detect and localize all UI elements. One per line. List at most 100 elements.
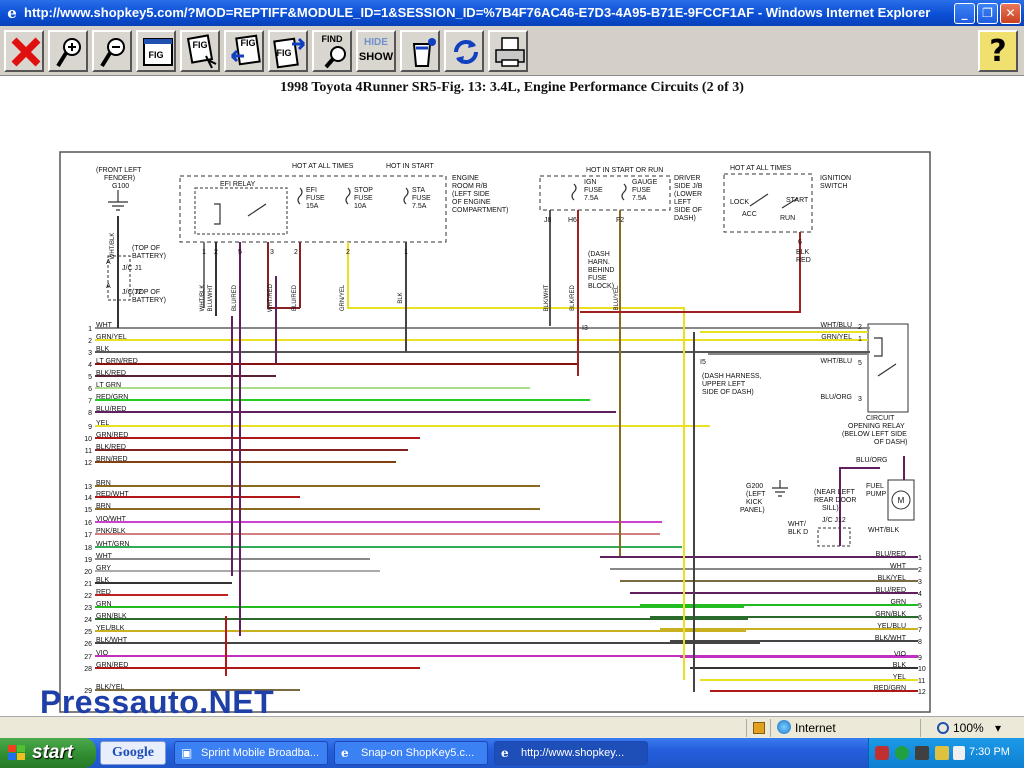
tray-app-icon[interactable] (875, 746, 889, 760)
tray-util-icon[interactable] (935, 746, 949, 760)
window-title: http://www.shopkey5.com/?MOD=REPTIFF&MOD… (24, 5, 931, 20)
task-label: Sprint Mobile Broadba... (201, 747, 320, 759)
left-wire-label: BRN/RED (96, 456, 128, 463)
component-label-front-left-fender: (FRONT LEFT (96, 167, 142, 174)
component-label-efi-relay: EFI RELAY (220, 181, 256, 188)
zoom-cell[interactable]: 100% ▾ (920, 719, 1024, 737)
left-wire-number: 7 (88, 398, 92, 405)
left-wire-label: RED/GRN (96, 394, 128, 401)
left-wire-label: RED/WHT (96, 491, 129, 498)
left-wire-number: 28 (84, 666, 92, 673)
right-wire-number: 4 (918, 591, 922, 598)
left-wire-number: 14 (84, 495, 92, 502)
right-wire-label: YEL/BLU (877, 623, 906, 630)
left-wire-number: 9 (88, 424, 92, 431)
top-wire-label: BLK/RED (570, 285, 576, 311)
figure-select-button[interactable]: FIG (180, 30, 220, 72)
component-label-gauge-fuse: GAUGE (632, 179, 658, 186)
hide-show-button[interactable]: HIDE SHOW (356, 30, 396, 72)
left-wire-number: 27 (84, 654, 92, 661)
paint-button[interactable] (400, 30, 440, 72)
tray-doc-icon[interactable] (953, 746, 965, 760)
close-button[interactable]: ✕ (1000, 3, 1021, 24)
component-label-dash-harn4: FUSE (588, 275, 607, 282)
system-tray: 7:30 PM (868, 738, 1024, 768)
network-icon[interactable] (895, 746, 909, 760)
component-label-g200d: PANEL) (740, 507, 765, 514)
find-button[interactable]: FIND (312, 30, 352, 72)
refresh-icon (454, 40, 478, 64)
component-label-gauge-amp: 7.5A (632, 195, 647, 202)
ignition-switch-contact (749, 193, 769, 207)
magnifier-icon (324, 46, 346, 69)
next-figure-button[interactable]: FIG (268, 30, 308, 72)
exit-button[interactable] (4, 30, 44, 72)
right-wire-label: BLU/RED (876, 587, 906, 594)
component-label-cor3: (BELOW LEFT SIDE (842, 431, 907, 438)
previous-figure-button[interactable]: FIG (224, 30, 264, 72)
figure-view-button[interactable]: FIG (136, 30, 176, 72)
ground-wire-label: WHT/BLK (110, 233, 116, 260)
component-label-top-battery1: (TOP OF (132, 245, 160, 252)
ign-fuse-symbol (571, 183, 577, 201)
relay-wire-number: 1 (858, 336, 862, 343)
ground-g200-symbol (772, 480, 788, 497)
left-wire-label: GRN/YEL (96, 334, 127, 341)
efi-relay-coil (214, 203, 221, 225)
zoom-out-button[interactable] (92, 30, 132, 72)
component-label-engine-room3: (LEFT SIDE (452, 191, 490, 198)
internet-explorer-icon: e (7, 4, 17, 22)
component-label-ignition-switch2: SWITCH (820, 183, 848, 190)
pin-number: 1 (202, 249, 206, 256)
right-wire-number: 11 (918, 678, 925, 685)
paint-bucket-icon (412, 38, 436, 67)
google-toolbar-button[interactable]: Google (100, 741, 166, 765)
refresh-button[interactable] (444, 30, 484, 72)
right-wire-label: GRN/BLK (875, 611, 906, 618)
component-label-i3: I3 (582, 325, 588, 332)
start-button[interactable]: start (0, 738, 96, 768)
speaker-icon[interactable] (915, 746, 929, 760)
left-wire-label: BLK/WHT (96, 637, 128, 644)
component-label-engine-room2: ROOM R/B (452, 183, 488, 190)
left-wire-number: 8 (88, 410, 92, 417)
ignition-wire-label-2: RED (796, 257, 811, 264)
top-wire-label: WHT/BLK (200, 285, 206, 312)
component-label-ignition-switch: IGNITION (820, 175, 851, 182)
component-label-driver-jb3: (LOWER (674, 191, 702, 198)
zoom-in-button[interactable] (48, 30, 88, 72)
component-label-fuel-pump2: PUMP (866, 491, 887, 498)
print-button[interactable] (488, 30, 528, 72)
left-wire-number: 17 (84, 532, 92, 539)
left-wire-label: BRN (96, 503, 111, 510)
top-wire-label: BLU/RED (232, 284, 238, 311)
right-wire-label: BLK/WHT (875, 635, 907, 642)
zone-label: Internet (795, 721, 836, 735)
left-wire-number: 2 (88, 338, 92, 345)
task-sprint[interactable]: ▣ Sprint Mobile Broadba... (174, 741, 328, 765)
zone-cell: Internet (770, 719, 920, 737)
component-label-stop-fuse: STOP (354, 187, 373, 194)
left-wire-number: 10 (84, 436, 92, 443)
ignition-wire-label: BLK (796, 249, 810, 256)
help-button[interactable]: ? (978, 30, 1018, 72)
jc-j12-box (817, 527, 851, 547)
right-wire-number: 9 (918, 655, 922, 662)
left-wire-number: 4 (88, 362, 92, 369)
left-wire-label: BLK/RED (96, 370, 126, 377)
left-wire-number: 19 (84, 557, 92, 564)
minimize-button[interactable]: _ (954, 3, 975, 24)
left-wire-label: VIO/WHT (96, 516, 127, 523)
left-wire-label: PNK/BLK (96, 528, 126, 535)
efi-fuse-symbol (297, 187, 303, 205)
restore-button[interactable]: ❐ (977, 3, 998, 24)
task-shopkey[interactable]: e Snap-on ShopKey5.c... (334, 741, 488, 765)
task-ie-active[interactable]: e http://www.shopkey... (494, 741, 648, 765)
wiring-diagram[interactable]: M 1 WHT 2 GRN/YEL 3 BLK 4 LT GRN/RED 5 BLK/RED 6 LT … (0, 76, 1024, 716)
component-label-dash-harness3: SIDE OF DASH) (702, 389, 754, 396)
component-label-dash-harn: (DASH (588, 251, 610, 258)
left-wire-number: 11 (85, 448, 92, 455)
zoom-dropdown-icon[interactable]: ▾ (995, 719, 1001, 737)
right-wire-number: 5 (918, 603, 922, 610)
component-label-efi-fuse2: FUSE (306, 195, 325, 202)
